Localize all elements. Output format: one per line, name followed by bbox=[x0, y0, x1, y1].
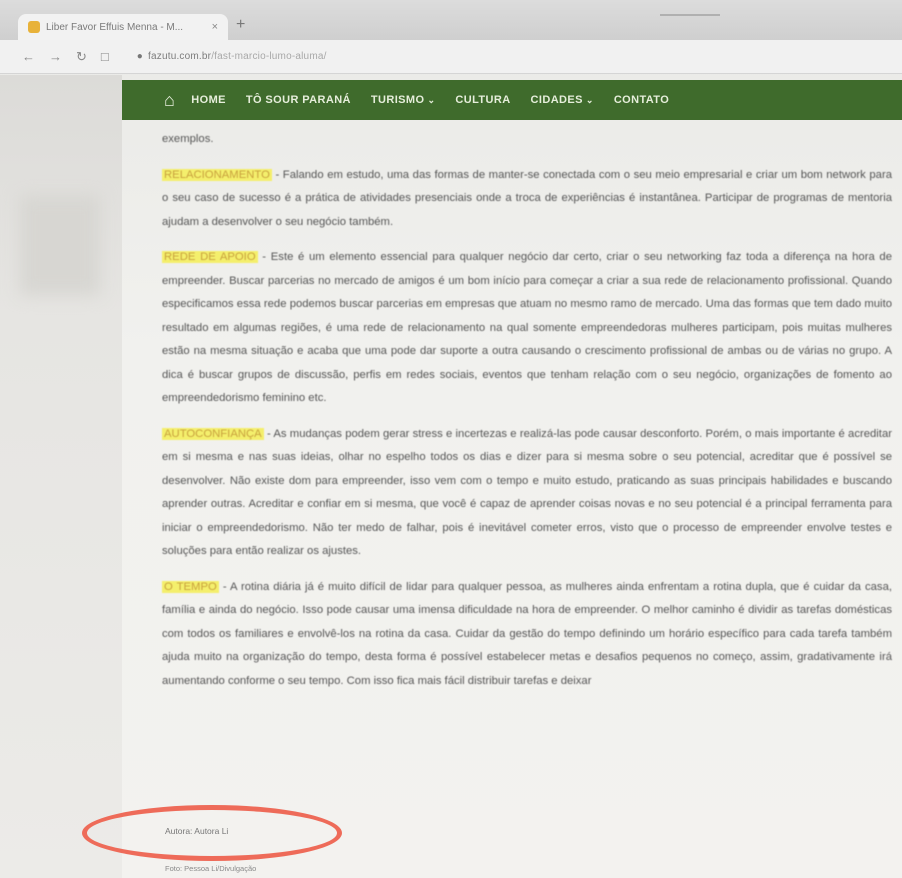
forward-arrow-icon[interactable]: → bbox=[49, 49, 62, 64]
section-o-tempo: O TEMPO - A rotina diária já é muito dif… bbox=[162, 576, 892, 694]
lock-icon: ● bbox=[136, 51, 144, 62]
section-text: - Falando em estudo, uma das formas de m… bbox=[162, 168, 892, 228]
browser-toolbar: ← → ↻ □ ● fazutu.com.br/fast-marcio-lumo-… bbox=[0, 40, 902, 74]
section-text: - A rotina diária já é muito difícil de … bbox=[162, 580, 892, 687]
article-intro: exemplos. bbox=[162, 133, 214, 145]
url-path: /fast-marcio-lumo-aluma/ bbox=[211, 51, 327, 62]
nav-item-home[interactable]: HOME bbox=[191, 94, 226, 106]
new-tab-button[interactable]: + bbox=[236, 16, 245, 34]
browser-tab[interactable]: Liber Favor Effuis Menna - M... × bbox=[18, 14, 228, 40]
home-outline-icon[interactable]: □ bbox=[101, 49, 109, 64]
tab-title: Liber Favor Effuis Menna - M... bbox=[46, 21, 184, 33]
section-autoconfianca: AUTOCONFIANÇA - As mudanças podem gerar … bbox=[162, 423, 892, 564]
left-blurred-panel bbox=[0, 75, 122, 878]
address-bar[interactable]: ● fazutu.com.br/fast-marcio-lumo-aluma/ bbox=[137, 51, 327, 62]
section-heading: O TEMPO bbox=[162, 580, 219, 593]
section-heading: AUTOCONFIANÇA bbox=[162, 427, 264, 440]
nav-item-turismo[interactable]: TURISMO ⌄ bbox=[371, 94, 435, 106]
nav-item-cultura[interactable]: CULTURA bbox=[455, 94, 510, 106]
screenshot: Liber Favor Effuis Menna - M... × + ← → … bbox=[0, 0, 902, 878]
nav-item-contato[interactable]: CONTATO bbox=[614, 94, 669, 106]
section-text: - Este é um elemento essencial para qual… bbox=[162, 251, 892, 404]
section-rede-de-apoio: REDE DE APOIO - Este é um elemento essen… bbox=[162, 246, 892, 411]
url-host: fazutu.com.br bbox=[148, 51, 212, 62]
section-heading: RELACIONAMENTO bbox=[162, 168, 272, 181]
site-navbar: ⌂ HOME TÔ SOUR PARANÁ TURISMO ⌄ CULTURA C… bbox=[122, 80, 902, 120]
nav-item-parana[interactable]: TÔ SOUR PARANÁ bbox=[246, 94, 351, 106]
section-text: - As mudanças podem gerar stress e incer… bbox=[162, 427, 892, 558]
chevron-down-icon: ⌄ bbox=[585, 95, 594, 105]
reload-icon[interactable]: ↻ bbox=[76, 49, 87, 65]
window-decoration bbox=[660, 14, 720, 16]
section-relacionamento: RELACIONAMENTO - Falando em estudo, uma … bbox=[162, 164, 892, 235]
site-favicon-icon bbox=[28, 21, 40, 33]
nav-item-cidades[interactable]: CIDADES ⌄ bbox=[531, 94, 594, 106]
back-arrow-icon[interactable]: ← bbox=[22, 49, 35, 64]
photo-credit-link[interactable]: Foto: Pessoa Li/Divulgação bbox=[165, 864, 256, 873]
browser-tab-bar: Liber Favor Effuis Menna - M... × + bbox=[0, 0, 902, 40]
article-body: exemplos. RELACIONAMENTO - Falando em es… bbox=[162, 128, 892, 705]
blurred-image bbox=[20, 195, 100, 295]
section-heading: REDE DE APOIO bbox=[162, 251, 258, 263]
close-tab-icon[interactable]: × bbox=[212, 21, 218, 33]
home-icon[interactable]: ⌂ bbox=[164, 90, 175, 111]
chevron-down-icon: ⌄ bbox=[427, 95, 436, 105]
red-annotation-circle bbox=[82, 805, 342, 861]
